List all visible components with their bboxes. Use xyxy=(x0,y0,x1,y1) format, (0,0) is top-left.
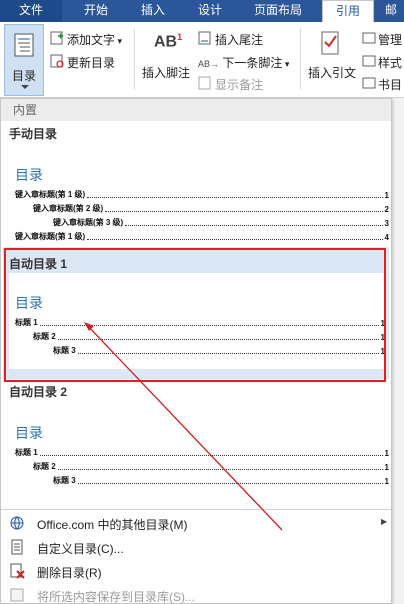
gallery-item-title: 自动目录 2 xyxy=(9,385,68,399)
insert-citation-button[interactable]: 插入引文 xyxy=(304,28,360,88)
toc-button-label: 目录 xyxy=(11,69,36,83)
bibliography-icon xyxy=(362,77,376,89)
annotation-highlight-box xyxy=(4,248,386,382)
chevron-down-icon: ▾ xyxy=(282,59,290,69)
custom-toc-icon xyxy=(11,539,23,555)
toc-preview-row: 标题 11 xyxy=(15,448,389,458)
toc-preview-row: 键入章标题(第 1 级) 1 xyxy=(15,190,389,200)
menu-item-save-selection[interactable]: 将所选内容保存到目录库(S)... xyxy=(1,584,391,604)
menu-item-more-from-office[interactable]: Office.com 中的其他目录(M) ▶ xyxy=(1,512,391,534)
gallery-item-title: 手动目录 xyxy=(9,127,58,141)
submenu-arrow-icon: ▶ xyxy=(381,517,388,526)
refresh-document-icon xyxy=(50,54,64,68)
tab-design[interactable]: 设计 xyxy=(182,0,238,22)
group-separator xyxy=(134,28,135,90)
toc-preview-heading: 目录 xyxy=(15,426,43,442)
next-footnote-button[interactable]: AB→ 下一条脚注 ▾ xyxy=(198,54,289,71)
next-footnote-icon: AB→ xyxy=(198,59,220,69)
tab-insert[interactable]: 插入 xyxy=(126,0,180,22)
tab-page-layout[interactable]: 页面布局 xyxy=(240,0,316,22)
toc-preview-row: 键入章标题(第 3 级) 3 xyxy=(53,218,389,228)
manage-sources-icon xyxy=(362,32,376,44)
toc-preview-row: 标题 21 xyxy=(33,462,389,472)
remove-toc-icon xyxy=(10,563,25,579)
insert-footnote-button[interactable]: AB1 插入脚注 xyxy=(142,28,190,88)
toc-button[interactable]: 目录 xyxy=(4,24,44,96)
toc-preview-row: 键入章标题(第 1 级) 4 xyxy=(15,232,389,242)
endnote-icon xyxy=(198,31,211,45)
show-notes-button[interactable]: 显示备注 xyxy=(198,76,263,93)
citation-style-button[interactable]: 样式 xyxy=(362,54,402,71)
menu-item-custom-toc[interactable]: 自定义目录(C)... xyxy=(1,536,391,558)
toc-preview-row: 键入章标题(第 2 级) 2 xyxy=(33,204,389,214)
gallery-section-header: 内置 xyxy=(1,99,391,121)
ribbon-tab-bar: 文件 开始 插入 设计 页面布局 引用 邮 xyxy=(0,0,404,22)
update-toc-button[interactable]: 更新目录 xyxy=(50,54,115,71)
tab-references[interactable]: 引用 xyxy=(322,0,374,22)
citation-icon xyxy=(321,31,339,55)
footnote-icon: AB1 xyxy=(154,32,183,51)
menu-divider xyxy=(1,509,391,510)
tab-home[interactable]: 开始 xyxy=(66,0,126,22)
menu-item-remove-toc[interactable]: 删除目录(R) xyxy=(1,560,391,582)
chevron-down-icon: ▾ xyxy=(115,36,123,46)
show-notes-icon xyxy=(198,76,211,90)
ribbon: 目录 添加文字 ▾ 更新目录 AB1 插入脚注 插入尾注 AB→ 下一条脚注 ▾… xyxy=(0,22,404,98)
style-icon xyxy=(362,55,376,67)
chevron-down-icon xyxy=(21,85,29,89)
document-list-icon xyxy=(14,33,34,57)
toc-preview-row: 标题 31 xyxy=(53,476,389,486)
office-globe-icon xyxy=(10,516,24,530)
tab-file[interactable]: 文件 xyxy=(0,0,62,22)
document-edge xyxy=(392,98,404,604)
tab-mailings[interactable]: 邮 xyxy=(378,0,404,22)
bibliography-button[interactable]: 书目 xyxy=(362,76,402,93)
add-text-icon xyxy=(50,31,63,45)
toc-preview-heading: 目录 xyxy=(15,168,43,184)
manage-sources-button[interactable]: 管理 xyxy=(362,31,402,48)
add-text-button[interactable]: 添加文字 ▾ xyxy=(50,31,122,48)
save-to-gallery-icon xyxy=(10,588,24,602)
insert-endnote-button[interactable]: 插入尾注 xyxy=(198,31,263,48)
group-separator xyxy=(300,28,301,90)
